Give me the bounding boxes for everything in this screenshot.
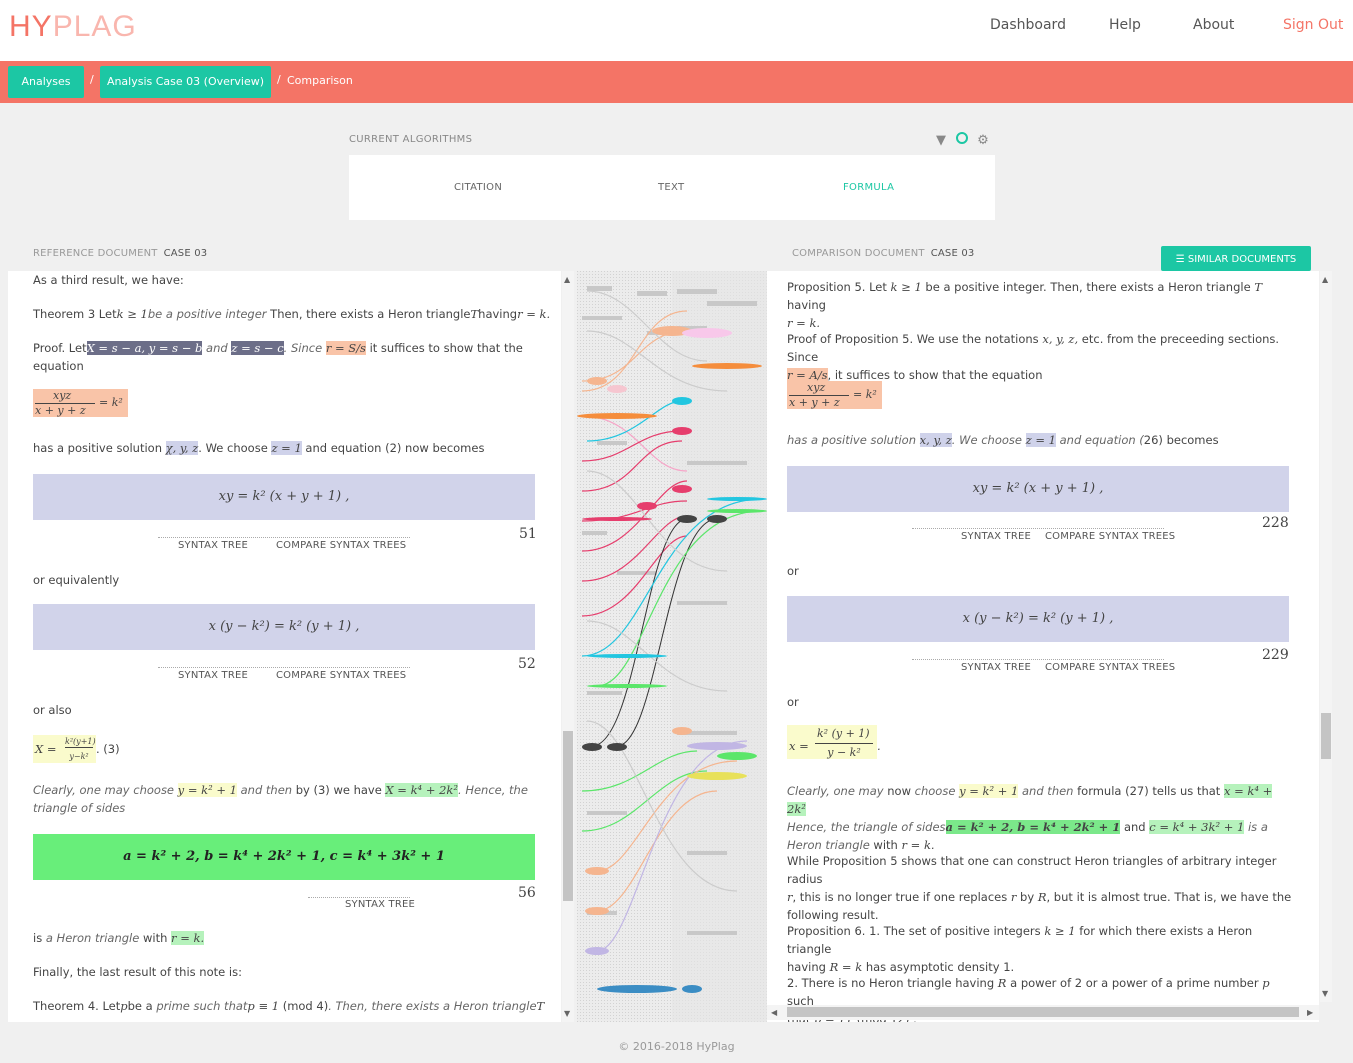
- ref-formula-56[interactable]: a = k² + 2, b = k⁴ + 2k² + 1, c = k⁴ + 3…: [33, 834, 535, 880]
- scroll-left-icon[interactable]: ◀: [771, 1008, 777, 1017]
- ref-paragraph: or equivalently: [33, 573, 120, 587]
- cmp-paragraph: or: [787, 564, 799, 578]
- nav-dashboard[interactable]: Dashboard: [990, 17, 1066, 33]
- divider: [158, 537, 410, 538]
- cmp-proof: Proof of Proposition 5. We use the notat…: [787, 332, 1280, 382]
- ref-theorem-3: Theorem 3 Letk ≥ 1be a positive integer …: [33, 307, 551, 321]
- reference-document-header: REFERENCE DOCUMENT CASE 03: [33, 248, 207, 259]
- cmp-paragraph: has a positive solution x, y, z. We choo…: [787, 433, 1219, 447]
- ref-formula-52[interactable]: x (y − k²) = k² (y + 1) ,: [33, 604, 535, 650]
- nav-about[interactable]: About: [1193, 17, 1234, 33]
- logo-hy: HY: [9, 10, 53, 43]
- cmp-proposition-5: Proposition 5. Let k ≥ 1 be a positive i…: [787, 280, 1262, 330]
- reference-document-panel[interactable]: As a third result, we have: Theorem 3 Le…: [8, 271, 561, 1022]
- tab-citation[interactable]: CITATION: [454, 182, 502, 193]
- formula-number: 56: [518, 885, 536, 901]
- formula-number: 51: [519, 526, 537, 542]
- reference-label: REFERENCE DOCUMENT: [33, 248, 158, 259]
- comparison-scrollbar[interactable]: ▲ ▼: [1320, 271, 1332, 1002]
- syntax-tree-link[interactable]: SYNTAX TREE: [961, 531, 1031, 542]
- syntax-tree-link[interactable]: SYNTAX TREE: [178, 540, 248, 551]
- similar-documents-button[interactable]: ☰ SIMILAR DOCUMENTS: [1161, 246, 1311, 271]
- ref-paragraph: has a positive solution χ, y, z. We choo…: [33, 441, 485, 455]
- comparison-label: COMPARISON DOCUMENT: [792, 248, 925, 259]
- ref-match-orange[interactable]: r = S/s: [325, 341, 366, 355]
- scroll-up-icon[interactable]: ▲: [1322, 275, 1328, 284]
- nav-sign-out[interactable]: Sign Out: [1283, 17, 1343, 33]
- cmp-formula-x[interactable]: x = k² (y + 1) y − k² .: [787, 725, 897, 759]
- filter-icon[interactable]: ▼: [934, 134, 948, 148]
- ref-paragraph: is a Heron triangle with r = k.: [33, 931, 205, 945]
- ref-theorem-4: Theorem 4. Letpbe a prime such thatp ≡ 1…: [33, 999, 545, 1013]
- ref-formula-xyz[interactable]: xyz x + y + z = k²: [33, 389, 128, 417]
- similar-documents-label: SIMILAR DOCUMENTS: [1187, 254, 1297, 265]
- scrollbar-thumb[interactable]: [1321, 713, 1331, 759]
- ref-proof: Proof. LetX = s − a, y = s − b and z = s…: [33, 341, 523, 373]
- ref-formula-x[interactable]: X = k²(y+1) y−k². (3): [33, 735, 120, 768]
- match-visualization[interactable]: [577, 271, 767, 1022]
- scroll-up-icon[interactable]: ▲: [564, 275, 570, 284]
- ref-formula-51[interactable]: xy = k² (x + y + 1) ,: [33, 474, 535, 520]
- list-icon: ☰: [1175, 254, 1188, 265]
- algorithm-toolbar: ▼ ⚙: [926, 132, 990, 148]
- breadcrumb: Analyses / Analysis Case 03 (Overview) /…: [0, 61, 1353, 103]
- comparison-horizontal-scrollbar[interactable]: ◀ ▶: [767, 1005, 1319, 1020]
- ref-paragraph: or also: [33, 703, 72, 717]
- compare-syntax-trees-link[interactable]: COMPARE SYNTAX TREES: [1045, 662, 1175, 673]
- cmp-formula-xyz[interactable]: xyz x + y + z = k²: [787, 381, 882, 409]
- cmp-paragraph: Clearly, one may now choose y = k² + 1 a…: [787, 784, 1273, 852]
- ref-match-dark[interactable]: z = s − c: [231, 341, 284, 355]
- breadcrumb-separator: /: [90, 73, 94, 86]
- cmp-paragraph: or: [787, 695, 799, 709]
- reference-case: CASE 03: [163, 248, 208, 259]
- scrollbar-thumb[interactable]: [787, 1007, 1299, 1017]
- footer-copyright: © 2016-2018 HyPlag: [618, 1040, 735, 1053]
- compare-syntax-trees-link[interactable]: COMPARE SYNTAX TREES: [276, 540, 406, 551]
- nav-help[interactable]: Help: [1109, 17, 1141, 33]
- syntax-tree-link[interactable]: SYNTAX TREE: [178, 670, 248, 681]
- tab-text[interactable]: TEXT: [658, 182, 684, 193]
- divider: [308, 897, 410, 898]
- gear-icon[interactable]: ⚙: [976, 134, 990, 148]
- cmp-formula-229[interactable]: x (y − k²) = k² (y + 1) ,: [787, 596, 1289, 642]
- top-navbar: HYPLAG Dashboard Help About Sign Out: [0, 0, 1353, 61]
- comparison-case: CASE 03: [930, 248, 975, 259]
- formula-number: 229: [1262, 647, 1289, 663]
- cmp-proposition-6: Proposition 6. 1. The set of positive in…: [787, 924, 1253, 974]
- scroll-down-icon[interactable]: ▼: [564, 1009, 570, 1018]
- comparison-document-panel[interactable]: Proposition 5. Let k ≥ 1 be a positive i…: [767, 271, 1319, 1022]
- algorithm-tabs: CITATION TEXT FORMULA: [349, 155, 995, 220]
- breadcrumb-separator: /: [277, 73, 281, 86]
- divider: [912, 659, 1164, 660]
- circle-icon[interactable]: [956, 132, 968, 144]
- breadcrumb-case[interactable]: Analysis Case 03 (Overview): [100, 66, 271, 98]
- algorithms-label: CURRENT ALGORITHMS: [349, 134, 473, 145]
- breadcrumb-current: Comparison: [287, 74, 353, 87]
- ref-match-dark[interactable]: X = s − a, y = s − b: [86, 341, 203, 355]
- cmp-match-orange[interactable]: r = A/s: [787, 368, 828, 382]
- tab-formula[interactable]: FORMULA: [843, 182, 894, 193]
- cmp-paragraph: While Proposition 5 shows that one can c…: [787, 854, 1292, 922]
- syntax-tree-link[interactable]: SYNTAX TREE: [345, 899, 415, 910]
- syntax-tree-link[interactable]: SYNTAX TREE: [961, 662, 1031, 673]
- logo-plag: PLAG: [52, 10, 137, 43]
- hyplag-logo[interactable]: HYPLAG: [9, 10, 137, 44]
- cmp-formula-228[interactable]: xy = k² (x + y + 1) ,: [787, 466, 1289, 512]
- divider: [912, 528, 1164, 529]
- ref-paragraph: Clearly, one may choose y = k² + 1 and t…: [33, 783, 528, 815]
- reference-scrollbar[interactable]: ▲ ▼: [562, 271, 574, 1022]
- scroll-down-icon[interactable]: ▼: [1322, 989, 1328, 998]
- scroll-right-icon[interactable]: ▶: [1307, 1008, 1313, 1017]
- match-lines-graph: [577, 271, 767, 1022]
- divider: [158, 667, 410, 668]
- formula-number: 228: [1262, 515, 1289, 531]
- ref-paragraph: Finally, the last result of this note is…: [33, 965, 242, 979]
- scrollbar-thumb[interactable]: [563, 731, 573, 901]
- compare-syntax-trees-link[interactable]: COMPARE SYNTAX TREES: [1045, 531, 1175, 542]
- comparison-document-header: COMPARISON DOCUMENT CASE 03: [792, 248, 975, 259]
- breadcrumb-analyses[interactable]: Analyses: [8, 66, 84, 98]
- formula-number: 52: [518, 656, 536, 672]
- compare-syntax-trees-link[interactable]: COMPARE SYNTAX TREES: [276, 670, 406, 681]
- ref-paragraph: As a third result, we have:: [33, 273, 184, 287]
